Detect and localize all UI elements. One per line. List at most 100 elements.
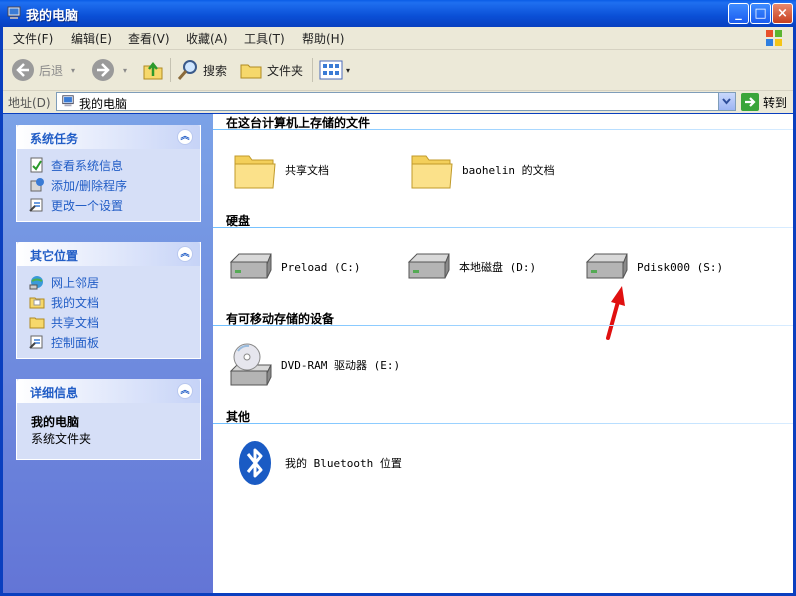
- back-button[interactable]: 后退 ▾: [11, 56, 75, 84]
- back-dropdown-icon[interactable]: ▾: [71, 66, 75, 75]
- link-label: 添加/删除程序: [51, 178, 128, 193]
- system-tasks-title: 系统任务: [30, 132, 79, 146]
- my-computer-icon: [7, 6, 21, 19]
- title-bar[interactable]: 我的电脑 _ □ ×: [0, 0, 796, 27]
- shared-documents-link[interactable]: 共享文档: [29, 312, 188, 332]
- folders-button[interactable]: 文件夹: [239, 56, 303, 84]
- item-label: DVD-RAM 驱动器 (E:): [281, 359, 401, 372]
- item-label: Preload (C:): [281, 260, 361, 274]
- search-label: 搜索: [203, 63, 228, 78]
- go-label: 转到: [763, 95, 788, 110]
- window-title: 我的电脑: [26, 9, 79, 24]
- dvd-drive-item[interactable]: DVD-RAM 驱动器 (E:): [227, 341, 400, 389]
- system-tasks-panel: 系统任务 ︽ 查看系统信息 添加/删除程序 更改一个设置: [16, 125, 201, 222]
- address-value: 我的电脑: [79, 97, 128, 111]
- view-system-info-link[interactable]: 查看系统信息: [29, 155, 188, 175]
- other-places-title: 其它位置: [30, 249, 79, 263]
- control-panel-icon: [29, 198, 43, 212]
- section-header: 其他: [213, 408, 793, 424]
- folder-icon: [234, 155, 276, 189]
- my-documents-link[interactable]: 我的文档: [29, 292, 188, 312]
- minimize-button[interactable]: _: [728, 3, 749, 24]
- network-places-link[interactable]: 网上邻居: [29, 272, 188, 292]
- other-places-panel: 其它位置 ︽ 网上邻居 我的文档 共享文档 控制面板: [16, 242, 201, 359]
- address-dropdown-button[interactable]: [718, 93, 735, 110]
- menu-favorites[interactable]: 收藏(A): [186, 30, 228, 47]
- user-documents-item[interactable]: baohelin 的文档: [408, 146, 555, 194]
- disk-d-item[interactable]: 本地磁盘 (D:): [405, 243, 536, 291]
- up-folder-icon: [143, 61, 163, 80]
- menu-edit[interactable]: 编辑(E): [71, 30, 112, 47]
- details-title: 详细信息: [30, 386, 79, 400]
- forward-dropdown-icon[interactable]: ▾: [123, 66, 127, 75]
- chevron-down-icon: [722, 98, 731, 105]
- network-places-icon: [29, 276, 43, 290]
- system-info-icon: [30, 157, 43, 173]
- explorer-window: 我的电脑 _ □ × 文件(F) 编辑(E) 查看(V) 收藏(A) 工具(T)…: [0, 0, 796, 596]
- toolbar-separator: [170, 58, 171, 82]
- folders-label: 文件夹: [267, 63, 304, 78]
- folders-icon: [240, 64, 262, 79]
- item-label: 共享文档: [285, 164, 329, 177]
- hard-disk-icon: [585, 253, 628, 279]
- details-description: 系统文件夹: [31, 432, 92, 446]
- go-arrow-icon: [741, 93, 759, 111]
- menu-view[interactable]: 查看(V): [128, 30, 170, 47]
- shared-documents-item[interactable]: 共享文档: [231, 146, 329, 194]
- address-label: 地址(D): [8, 96, 51, 110]
- control-panel-icon: [29, 335, 43, 349]
- item-label: 我的 Bluetooth 位置: [285, 457, 402, 470]
- address-input[interactable]: 我的电脑: [56, 92, 736, 111]
- item-label: baohelin 的文档: [462, 164, 555, 177]
- folder-icon: [29, 317, 45, 329]
- link-label: 查看系统信息: [51, 158, 124, 173]
- task-pane: 系统任务 ︽ 查看系统信息 添加/删除程序 更改一个设置 其它位置 ︽ 网上邻居…: [3, 114, 213, 593]
- bluetooth-places-item[interactable]: 我的 Bluetooth 位置: [231, 439, 402, 487]
- link-label: 我的文档: [51, 295, 100, 310]
- views-button[interactable]: ▾: [319, 56, 350, 84]
- maximize-button[interactable]: □: [750, 3, 771, 24]
- section-header: 有可移动存储的设备: [213, 310, 793, 326]
- add-remove-programs-link[interactable]: 添加/删除程序: [29, 175, 188, 195]
- collapse-icon[interactable]: ︽: [177, 383, 193, 399]
- item-label: Pdisk000 (S:): [637, 260, 724, 274]
- search-button[interactable]: 搜索: [176, 56, 227, 84]
- up-folder-button[interactable]: [141, 56, 165, 84]
- menu-help[interactable]: 帮助(H): [302, 30, 344, 47]
- item-label: 本地磁盘 (D:): [459, 261, 537, 274]
- section-header: 硬盘: [213, 212, 793, 228]
- search-icon: [177, 60, 197, 80]
- folder-icon: [29, 297, 45, 309]
- details-header[interactable]: 详细信息 ︽: [17, 379, 200, 403]
- hard-disk-icon: [229, 253, 272, 279]
- content-pane: 在这台计算机上存储的文件 共享文档 baohelin 的文档 硬盘 Preloa…: [213, 114, 793, 593]
- back-label: 后退: [39, 63, 64, 78]
- change-setting-link[interactable]: 更改一个设置: [29, 195, 188, 215]
- collapse-icon[interactable]: ︽: [177, 129, 193, 145]
- details-name: 我的电脑: [31, 415, 80, 429]
- link-label: 共享文档: [51, 315, 100, 330]
- control-panel-link[interactable]: 控制面板: [29, 332, 188, 352]
- link-label: 更改一个设置: [51, 198, 124, 213]
- my-computer-icon: [62, 95, 74, 107]
- views-icon: [319, 60, 343, 80]
- menu-file[interactable]: 文件(F): [13, 30, 53, 47]
- link-label: 控制面板: [51, 335, 100, 350]
- collapse-icon[interactable]: ︽: [177, 246, 193, 262]
- back-arrow-icon: [12, 59, 34, 81]
- disk-c-item[interactable]: Preload (C:): [227, 243, 360, 291]
- details-panel: 详细信息 ︽ 我的电脑 系统文件夹: [16, 379, 201, 460]
- menu-tools[interactable]: 工具(T): [244, 30, 285, 47]
- address-bar: 地址(D) 我的电脑 转到: [3, 91, 793, 113]
- toolbar-separator: [312, 58, 313, 82]
- forward-button[interactable]: ▾: [91, 56, 127, 84]
- go-button[interactable]: 转到: [741, 93, 787, 111]
- add-remove-programs-icon: [30, 178, 44, 192]
- system-tasks-header[interactable]: 系统任务 ︽: [17, 125, 200, 149]
- toolbar: 后退 ▾ ▾ 搜索 文件夹 ▾: [3, 50, 793, 91]
- folder-icon: [411, 155, 453, 189]
- other-places-header[interactable]: 其它位置 ︽: [17, 242, 200, 266]
- bluetooth-icon: [239, 441, 271, 485]
- views-dropdown-icon[interactable]: ▾: [346, 66, 350, 75]
- close-button[interactable]: ×: [772, 3, 793, 24]
